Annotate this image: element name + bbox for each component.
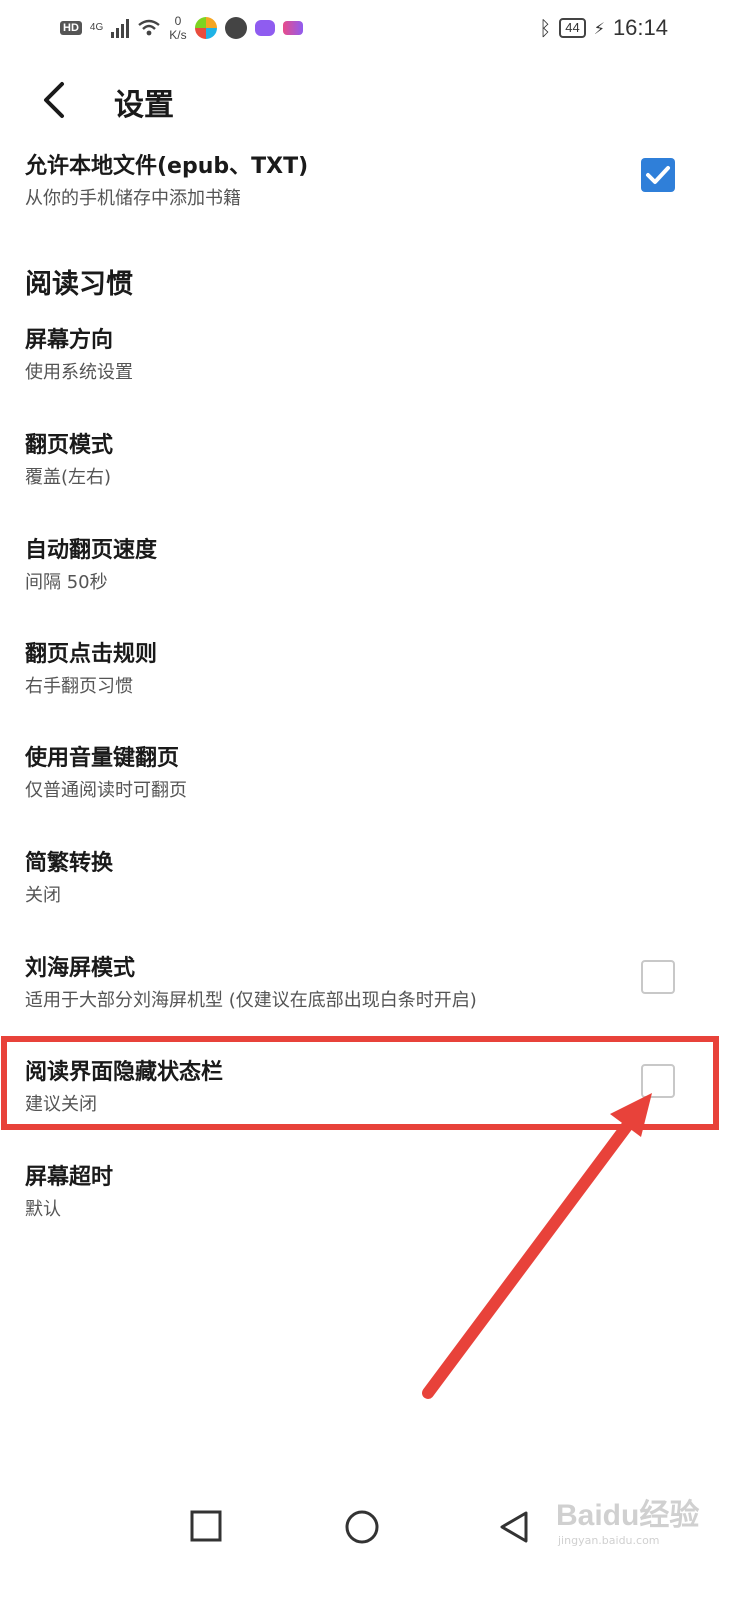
net-speed-unit: K/s [169, 28, 187, 42]
setting-orientation[interactable]: 屏幕方向 使用系统设置 [0, 318, 738, 398]
setting-volume-keys[interactable]: 使用音量键翻页 仅普通阅读时可翻页 [0, 736, 738, 816]
notch-mode-checkbox[interactable] [641, 960, 675, 994]
net-speed-value: 0 [174, 14, 182, 28]
app-notification-icon [224, 17, 247, 39]
app-notification-icon [194, 17, 217, 39]
setting-screen-timeout[interactable]: 屏幕超时 默认 [0, 1155, 738, 1235]
recents-button[interactable] [190, 1510, 222, 1542]
hd-badge: HD [60, 21, 82, 35]
local-files-checkbox[interactable] [641, 158, 675, 192]
back-nav-button[interactable] [498, 1510, 530, 1544]
bluetooth-icon: ᛒ [539, 16, 552, 40]
setting-title: 使用音量键翻页 [25, 746, 180, 771]
setting-title: 刘海屏模式 [25, 956, 136, 981]
wifi-icon [138, 19, 160, 36]
setting-page-mode[interactable]: 翻页模式 覆盖(左右) [0, 423, 738, 503]
setting-subtitle: 默认 [25, 1199, 61, 1220]
setting-subtitle: 从你的手机储存中添加书籍 [25, 188, 241, 209]
status-bar: HD 4G 0 K/s ᛒ 44 ⚡ 16:14 [0, 0, 738, 56]
net-speed: 0 K/s [169, 14, 186, 42]
setting-subtitle: 适用于大部分刘海屏机型 (仅建议在底部出现白条时开启) [25, 990, 477, 1011]
setting-title: 屏幕超时 [25, 1165, 114, 1190]
setting-subtitle: 右手翻页习惯 [25, 676, 133, 697]
annotation-highlight-box [1, 1036, 719, 1130]
setting-subtitle: 仅普通阅读时可翻页 [25, 780, 187, 801]
clock: 16:14 [612, 15, 668, 40]
app-notification-icon [282, 21, 303, 35]
charging-icon: ⚡ [593, 18, 605, 38]
signal-icon [111, 18, 130, 38]
app-header: 设置 [0, 70, 738, 130]
setting-title: 自动翻页速度 [25, 538, 158, 563]
watermark: Baidu经验 jingyan.baidu.com [556, 1490, 700, 1547]
setting-title: 翻页模式 [25, 433, 114, 458]
checkmark-icon [646, 166, 670, 184]
message-app-icon [254, 20, 275, 36]
page-title: 设置 [114, 88, 174, 123]
setting-auto-speed[interactable]: 自动翻页速度 间隔 50秒 [0, 528, 738, 608]
setting-title: 允许本地文件(epub、TXT) [25, 154, 309, 179]
setting-title: 简繁转换 [25, 851, 114, 876]
setting-title: 翻页点击规则 [25, 642, 158, 667]
setting-subtitle: 覆盖(左右) [25, 467, 112, 488]
setting-local-files[interactable]: 允许本地文件(epub、TXT) 从你的手机储存中添加书籍 [0, 140, 738, 220]
battery-icon: 44 [559, 18, 586, 38]
setting-subtitle: 使用系统设置 [25, 362, 133, 383]
status-left: HD 4G 0 K/s [60, 12, 303, 44]
setting-notch-mode[interactable]: 刘海屏模式 适用于大部分刘海屏机型 (仅建议在底部出现白条时开启) [0, 946, 738, 1026]
network-type: 4G [89, 22, 104, 33]
watermark-url: jingyan.baidu.com [558, 1534, 660, 1547]
home-button[interactable] [344, 1509, 380, 1545]
setting-trad-simp[interactable]: 简繁转换 关闭 [0, 841, 738, 921]
section-heading-reading: 阅读习惯 [25, 269, 133, 300]
setting-title: 屏幕方向 [25, 328, 114, 353]
status-right: ᛒ 44 ⚡ 16:14 [539, 12, 668, 44]
setting-tap-rule[interactable]: 翻页点击规则 右手翻页习惯 [0, 632, 738, 712]
watermark-logo: Baidu经验 [556, 1499, 700, 1532]
back-arrow-icon [44, 82, 64, 118]
setting-subtitle: 关闭 [25, 885, 61, 906]
setting-subtitle: 间隔 50秒 [25, 572, 108, 593]
back-button[interactable] [36, 76, 76, 124]
